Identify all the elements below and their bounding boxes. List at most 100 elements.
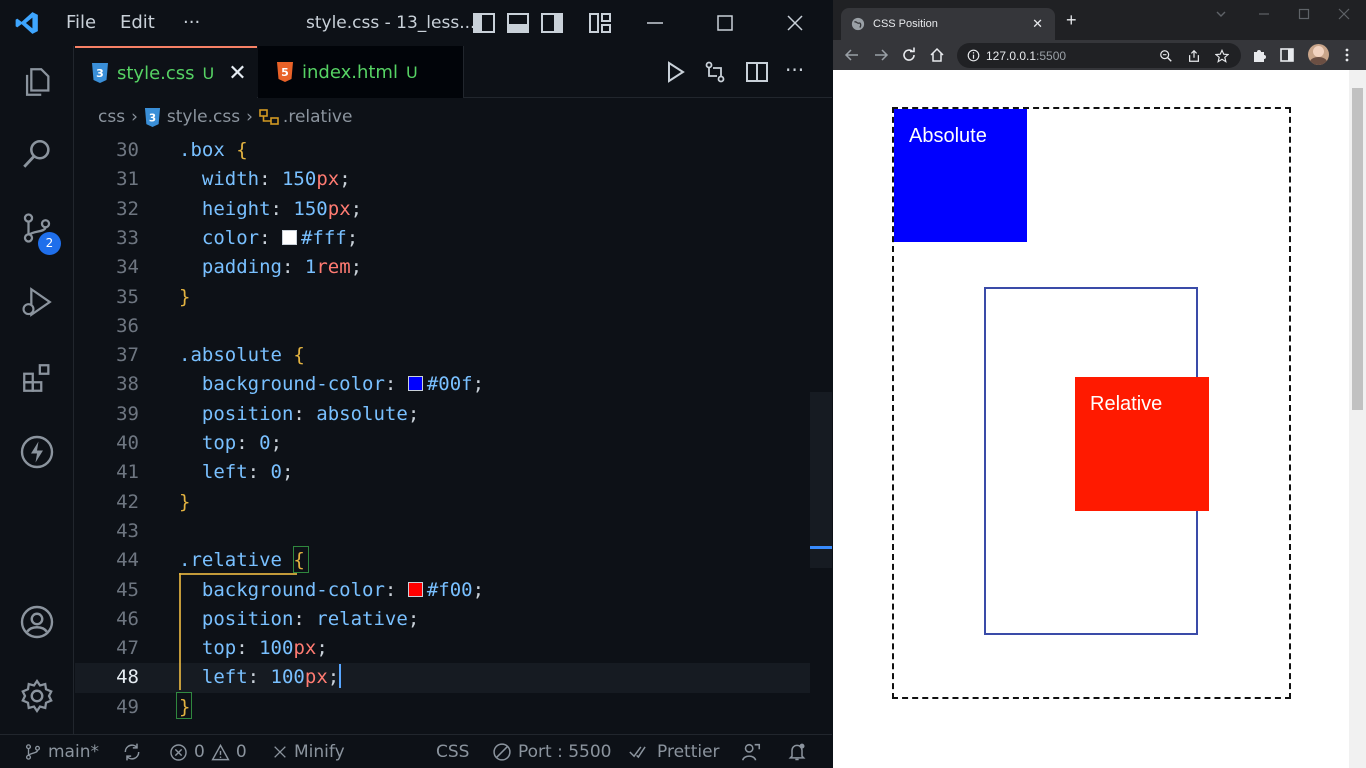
- menu-more[interactable]: ···: [183, 0, 200, 46]
- breadcrumb-symbol[interactable]: .relative: [283, 107, 353, 127]
- toggle-secondary-sidebar-icon[interactable]: [540, 11, 564, 35]
- double-check-icon: [629, 746, 646, 759]
- minimize-button[interactable]: [632, 0, 678, 46]
- vscode-logo-icon: [15, 12, 38, 34]
- tab-style-css[interactable]: 3 style.css U ✕: [75, 46, 257, 98]
- close-x-icon: [274, 746, 286, 758]
- toggle-primary-sidebar-icon[interactable]: [472, 11, 496, 35]
- new-tab-icon[interactable]: +: [1066, 10, 1077, 31]
- menu-edit[interactable]: Edit: [120, 0, 155, 46]
- error-icon: [170, 743, 187, 761]
- editor-scrollbar-cursor-mark: [810, 546, 832, 549]
- absolute-label: Absolute: [909, 125, 987, 147]
- settings-gear-icon[interactable]: [17, 676, 57, 716]
- close-icon[interactable]: [1338, 8, 1350, 20]
- chevron-right-icon: ›: [246, 107, 253, 127]
- home-icon[interactable]: [929, 47, 945, 63]
- tab-close-icon[interactable]: ✕: [228, 61, 246, 86]
- branch-status[interactable]: main*: [24, 735, 99, 768]
- window-title: style.css - 13_less...: [306, 13, 476, 33]
- close-tab-icon[interactable]: ✕: [1032, 16, 1043, 32]
- bracket-guide: [179, 573, 181, 690]
- customize-layout-icon[interactable]: [588, 11, 612, 35]
- profile-avatar[interactable]: [1308, 44, 1329, 65]
- kebab-menu-icon[interactable]: [1339, 47, 1355, 63]
- info-icon[interactable]: [967, 49, 980, 62]
- toggle-panel-icon[interactable]: [506, 11, 530, 35]
- svg-text:3: 3: [149, 112, 156, 124]
- search-icon[interactable]: [17, 134, 57, 174]
- extensions-puzzle-icon[interactable]: [1251, 47, 1267, 63]
- tab-filename: style.css: [117, 62, 195, 84]
- code-line: 39 position: absolute;: [116, 402, 420, 425]
- maximize-button[interactable]: [702, 0, 748, 46]
- browser-tab-title: CSS Position: [873, 18, 938, 30]
- code-line: 46 position: relative;: [116, 607, 420, 630]
- live-server-port[interactable]: Port : 5500: [492, 735, 612, 768]
- warning-icon: [211, 743, 230, 760]
- tab-git-status: U: [202, 63, 215, 83]
- scm-badge: 2: [38, 232, 61, 255]
- prettier-status[interactable]: Prettier: [629, 735, 720, 768]
- feedback-button[interactable]: [740, 735, 768, 768]
- breadcrumb-file[interactable]: style.css: [167, 107, 240, 127]
- color-swatch[interactable]: [281, 229, 297, 245]
- page-scrollbar-thumb[interactable]: [1352, 88, 1363, 410]
- breadcrumb-folder[interactable]: css: [98, 107, 125, 127]
- code-line: 41 left: 0;: [116, 461, 294, 484]
- more-actions-icon[interactable]: ···: [785, 60, 809, 84]
- branch-name: main*: [48, 742, 99, 762]
- split-editor-icon[interactable]: [745, 60, 769, 84]
- open-changes-icon[interactable]: [703, 60, 727, 84]
- share-icon[interactable]: [1187, 49, 1201, 63]
- run-icon[interactable]: [663, 60, 687, 84]
- lightning-icon[interactable]: [17, 432, 57, 472]
- maximize-icon[interactable]: [1298, 8, 1310, 20]
- zoom-icon[interactable]: [1159, 49, 1173, 63]
- close-window-button[interactable]: [772, 0, 818, 46]
- git-branch-icon: [25, 744, 41, 760]
- tab-index-html[interactable]: 5 index.html U: [258, 46, 464, 98]
- vscode-window: File Edit ··· style.css - 13_less... 2 3…: [0, 0, 832, 768]
- relative-label: Relative: [1090, 393, 1163, 415]
- warning-count: 0: [235, 742, 247, 762]
- notifications-button[interactable]: [787, 735, 813, 768]
- menu-file[interactable]: File: [66, 0, 96, 46]
- explorer-icon[interactable]: [17, 62, 57, 102]
- run-debug-icon[interactable]: [17, 282, 57, 322]
- selector-symbol-icon: [259, 109, 279, 125]
- language-mode[interactable]: CSS: [436, 735, 469, 768]
- reload-icon[interactable]: [901, 47, 917, 63]
- forward-arrow-icon[interactable]: [873, 47, 889, 63]
- svg-text:5: 5: [281, 66, 289, 79]
- color-swatch[interactable]: [407, 581, 423, 597]
- prettier-label: Prettier: [657, 742, 720, 762]
- extensions-icon[interactable]: [17, 358, 57, 398]
- code-line: 36: [116, 314, 139, 337]
- minimize-icon[interactable]: [1258, 8, 1270, 20]
- absolute-box: Absolute: [894, 109, 1027, 242]
- code-line-current: 48 left: 100px;: [75, 663, 810, 693]
- problems-status[interactable]: 0 0: [169, 735, 247, 768]
- sync-button[interactable]: [122, 735, 148, 768]
- code-line: 32 height: 150px;: [116, 197, 363, 220]
- browser-tab[interactable]: CSS Position ✕: [841, 8, 1055, 40]
- back-arrow-icon[interactable]: [844, 47, 860, 63]
- chevron-down-icon[interactable]: [1215, 8, 1227, 20]
- code-line: 31 width: 150px;: [116, 168, 351, 191]
- css-file-icon: 3: [144, 107, 160, 127]
- minify-label: Minify: [294, 742, 345, 762]
- title-bar: File Edit ··· style.css - 13_less...: [0, 0, 832, 46]
- browser-tab-strip: CSS Position ✕ +: [833, 0, 1366, 40]
- editor-scrollbar-thumb[interactable]: [810, 392, 832, 568]
- color-swatch[interactable]: [407, 376, 423, 392]
- bracket-guide: [179, 573, 297, 575]
- bookmark-star-icon[interactable]: [1215, 48, 1229, 63]
- code-editor[interactable]: 30 .box { 31 width: 150px; 32 height: 150…: [75, 136, 832, 734]
- status-bar: main* 0 0 Minify CSS Port : 5500 Prettie…: [0, 734, 832, 768]
- page-viewport: Absolute Relative: [833, 70, 1366, 768]
- minify-button[interactable]: Minify: [272, 735, 345, 768]
- side-panel-icon[interactable]: [1279, 47, 1295, 63]
- account-icon[interactable]: [17, 602, 57, 642]
- address-bar[interactable]: 127.0.0.1:5500: [957, 43, 1241, 68]
